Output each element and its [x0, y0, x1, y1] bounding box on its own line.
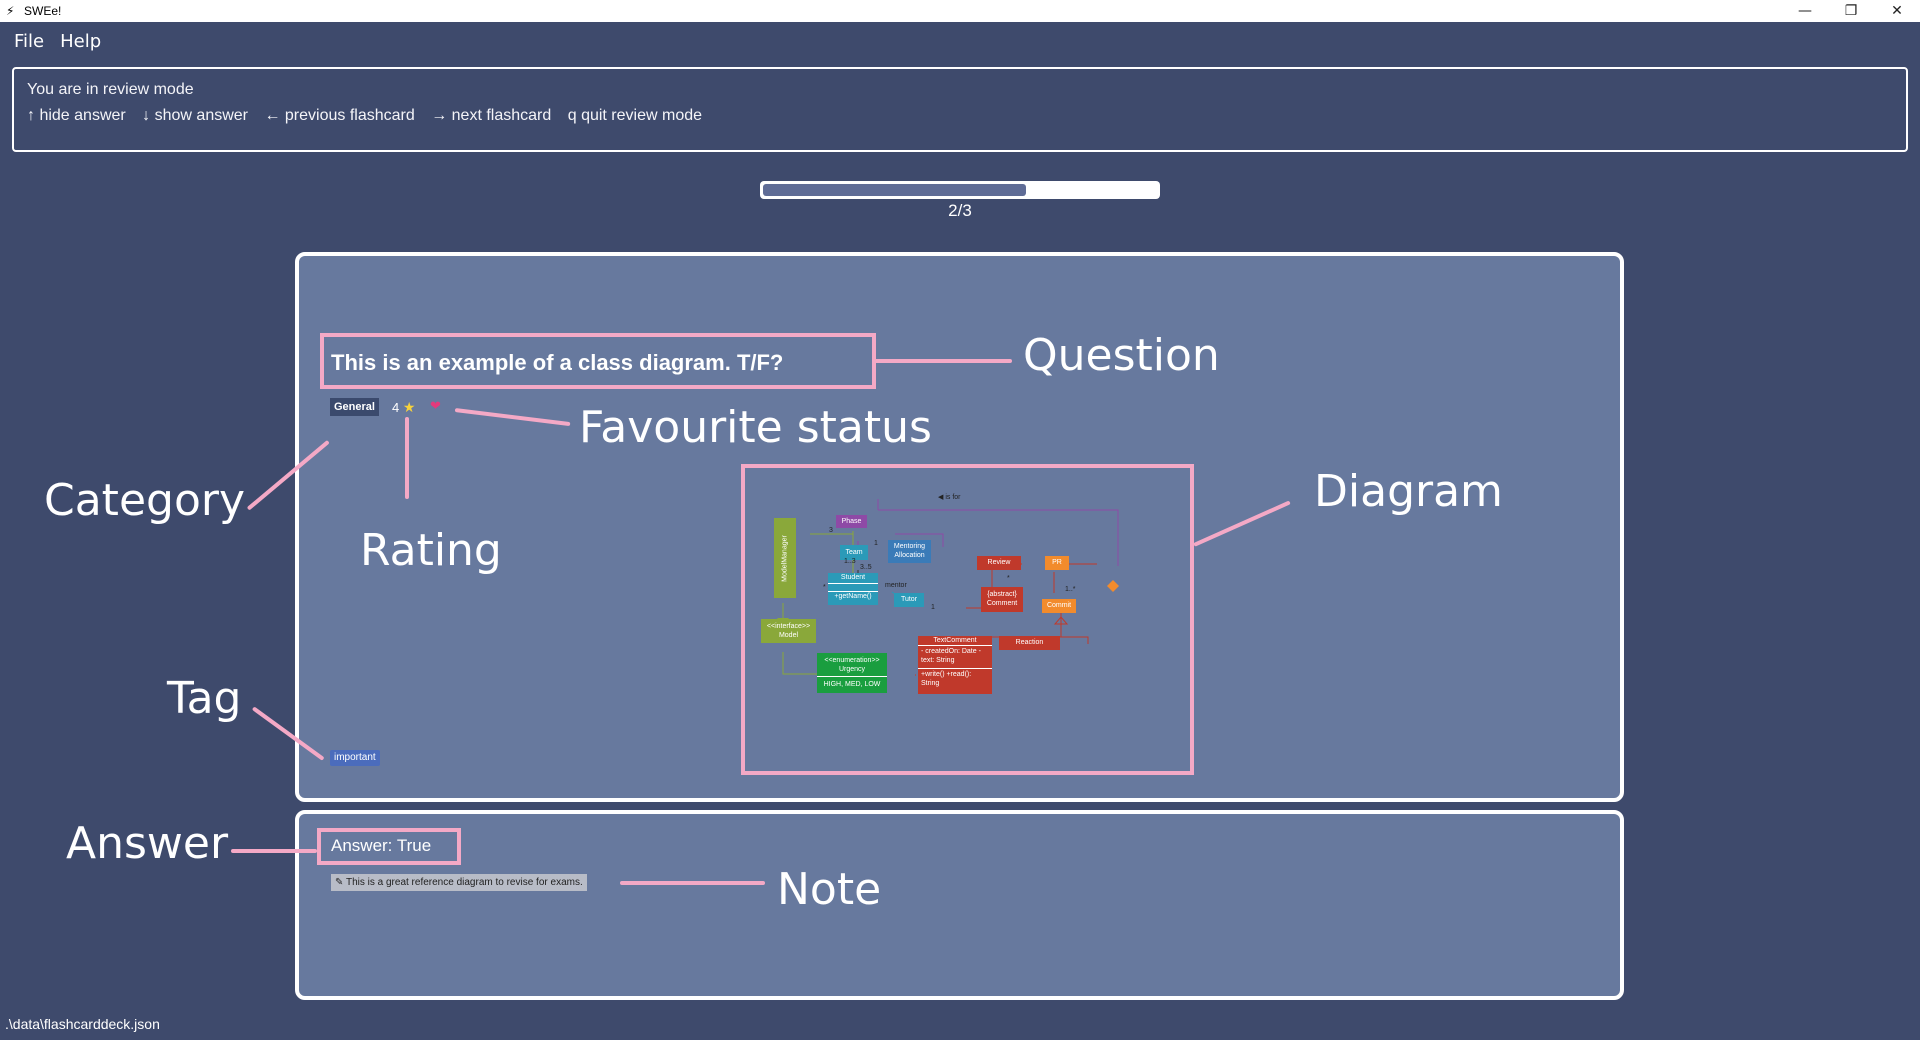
rating-pointer [405, 417, 409, 499]
uml-text-comment-label: TextComment [918, 636, 992, 646]
uml-text-comment-ops: +write() +read(): String [921, 671, 972, 687]
star-icon: ★ [402, 399, 416, 415]
progress-fill [763, 184, 1026, 196]
uml-urgency-label: <<enumeration>> Urgency [817, 653, 887, 677]
progress-bar [760, 181, 1160, 199]
uml-comment: {abstract} Comment [981, 587, 1023, 612]
key-hints: ↑ hide answer ↓ show answer ← previous f… [27, 103, 1893, 129]
uml-student-label: Student [828, 573, 878, 584]
menu-file[interactable]: File [14, 31, 44, 52]
uml-text-comment-attrs: - createdOn: Date - text: String [918, 646, 992, 669]
annotation-answer: Answer [66, 818, 229, 869]
heart-icon: ❤ [430, 399, 441, 414]
hint-hide-answer: ↑ hide answer [27, 107, 126, 124]
lightning-icon: ⚡ [6, 4, 15, 18]
menu-help[interactable]: Help [60, 31, 101, 52]
uml-mentor-label: mentor [885, 582, 907, 589]
mode-message: You are in review mode [27, 81, 194, 98]
window-title: SWEe! [24, 4, 62, 18]
uml-urgency: <<enumeration>> Urgency HIGH, MED, LOW [817, 653, 887, 693]
question-pointer [874, 359, 1012, 363]
class-diagram: ◀ is for ModelManager Phase Team Mentori… [741, 464, 1194, 775]
tag-badge: important [330, 750, 380, 766]
uml-mult-3: 3 [829, 527, 833, 534]
close-button[interactable]: ✕ [1874, 0, 1920, 22]
annotation-tag: Tag [167, 673, 242, 724]
title-bar: ⚡ SWEe! — ❐ ✕ [0, 0, 1920, 22]
rating: 4 ★ [392, 398, 415, 417]
annotation-category: Category [44, 475, 245, 526]
hint-quit: q quit review mode [567, 107, 703, 124]
uml-pr: PR [1045, 556, 1069, 570]
window-controls: — ❐ ✕ [1782, 0, 1920, 22]
annotation-diagram: Diagram [1314, 466, 1503, 517]
uml-mult-3-5: 3..5 [860, 564, 872, 571]
uml-mult-star: * [823, 584, 826, 591]
uml-commit: Commit [1042, 599, 1076, 613]
hint-next: → next flashcard [431, 107, 552, 124]
uml-mult-1b: 1 [931, 604, 935, 611]
uml-student: Student +getName() [828, 573, 878, 605]
restore-button[interactable]: ❐ [1828, 0, 1874, 22]
annotation-note: Note [777, 864, 882, 915]
uml-text-comment: TextComment - createdOn: Date - text: St… [918, 636, 992, 694]
hint-show-answer: ↓ show answer [142, 107, 248, 124]
uml-mult-1: 1 [874, 540, 878, 547]
progress-text: 2/3 [948, 201, 972, 220]
answer-pointer [231, 849, 317, 853]
answer-panel [295, 810, 1624, 1000]
uml-student-ops: +getName() [834, 593, 872, 600]
category-badge: General [330, 398, 379, 416]
question-text: This is an example of a class diagram. T… [331, 350, 784, 375]
result-display: You are in review mode ↑ hide answer ↓ s… [12, 67, 1908, 152]
uml-urgency-values: HIGH, MED, LOW [823, 681, 881, 688]
rating-value: 4 [392, 400, 400, 415]
status-bar-path: .\data\flashcarddeck.json [5, 1016, 160, 1032]
uml-mentoring-allocation: Mentoring Allocation [888, 540, 931, 563]
uml-mult-1-3: 1..3 [844, 558, 856, 565]
uml-student-attrs [828, 584, 878, 592]
uml-model: <<interface>> Model [761, 619, 816, 643]
uml-is-for-label: ◀ is for [938, 494, 961, 501]
note-text: ✎ This is a great reference diagram to r… [331, 874, 587, 891]
note-pointer [620, 881, 765, 885]
uml-model-manager-label: ModelManager [781, 535, 789, 582]
annotation-favourite: Favourite status [579, 402, 932, 453]
annotation-question: Question [1023, 330, 1220, 381]
uml-tutor: Tutor [894, 593, 924, 607]
annotation-rating: Rating [360, 525, 502, 576]
answer-text: Answer: True [331, 836, 432, 855]
uml-mult-1-star: 1..* [1065, 586, 1076, 593]
minimize-button[interactable]: — [1782, 0, 1828, 22]
uml-review: Review [977, 556, 1021, 570]
uml-phase: Phase [836, 515, 867, 528]
uml-model-manager: ModelManager [774, 518, 796, 598]
hint-previous: ← previous flashcard [264, 107, 415, 124]
menu-bar: File Help [0, 24, 117, 58]
uml-reaction: Reaction [999, 636, 1060, 650]
uml-mult-star2: * [1007, 575, 1010, 582]
